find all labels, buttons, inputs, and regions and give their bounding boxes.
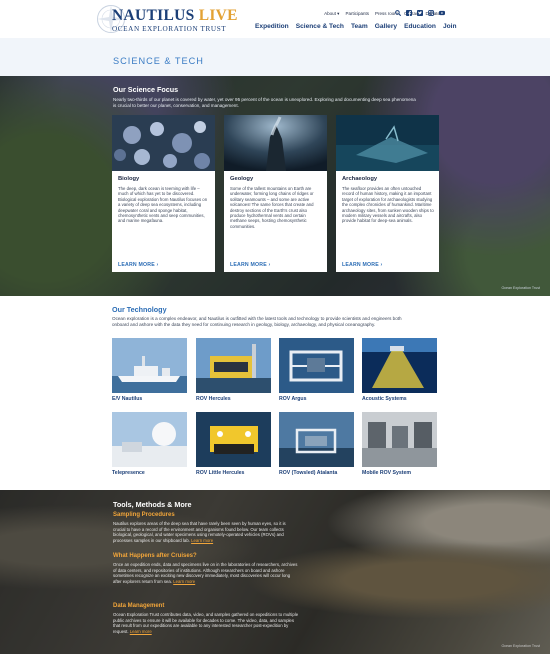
photo-credit: Ocean Exploration Trust — [501, 644, 540, 648]
after-cruises-text: Once an expedition ends, data and specim… — [113, 562, 299, 584]
logo-subtitle: OCEAN EXPLORATION TRUST — [112, 25, 227, 33]
science-intro: Nearly two-thirds of our planet is cover… — [113, 97, 416, 108]
rov-argus-image — [279, 338, 354, 393]
learn-more-link[interactable]: LEARN MORE › — [342, 262, 382, 268]
sampling-text: Nautilus explores areas of the deep sea … — [113, 521, 299, 543]
learn-more-link[interactable]: LEARN MORE › — [118, 262, 158, 268]
main-nav: Expedition Science & Tech Team Gallery E… — [255, 23, 457, 30]
science-card-biology[interactable]: Biology The deep, dark ocean is teeming … — [112, 115, 215, 272]
card-title: Geology — [230, 176, 254, 182]
learn-more-link[interactable]: Learn more — [191, 538, 213, 543]
twitter-icon[interactable] — [417, 10, 423, 16]
learn-more-link[interactable]: LEARN MORE › — [230, 262, 270, 268]
mobile-rov-image — [362, 412, 437, 467]
tile-label: ROV Little Hercules — [196, 470, 245, 476]
tech-tile-argus[interactable]: ROV Argus — [279, 338, 354, 402]
data-management-heading: Data Management — [113, 603, 165, 609]
science-heading: Our Science Focus — [113, 85, 179, 94]
tech-tile-mobile-rov[interactable]: Mobile ROV System — [362, 412, 437, 476]
card-text: The deep, dark ocean is teeming with lif… — [118, 186, 208, 224]
card-title: Biology — [118, 176, 140, 182]
science-cards: Biology The deep, dark ocean is teeming … — [112, 115, 439, 272]
tech-tile-little-hercules[interactable]: ROV Little Hercules — [196, 412, 271, 476]
nav-gallery[interactable]: Gallery — [375, 23, 397, 30]
tech-tile-telepresence[interactable]: Telepresence — [112, 412, 187, 476]
search-icon[interactable] — [395, 10, 401, 16]
technology-intro: Ocean exploration is a complex endeavor,… — [112, 316, 402, 327]
social-icons — [395, 10, 445, 16]
tech-tile-nautilus[interactable]: E/V Nautilus — [112, 338, 187, 402]
tile-label: Telepresence — [112, 470, 145, 476]
rov-little-hercules-image — [196, 412, 271, 467]
tile-label: Acoustic Systems — [362, 396, 407, 402]
card-text: Some of the tallest mountains on Earth a… — [230, 186, 314, 229]
technology-section: Our Technology Ocean exploration is a co… — [0, 296, 550, 490]
atalanta-image — [279, 412, 354, 467]
logo-title-main: NAUTILUS — [112, 7, 195, 24]
tile-label: ROV (Towsled) Atalanta — [279, 470, 338, 476]
tools-methods-section: Tools, Methods & More Sampling Procedure… — [0, 490, 550, 654]
telepresence-image — [112, 412, 187, 467]
after-cruises-paragraph: Once an expedition ends, data and specim… — [113, 562, 298, 584]
data-management-text: Ocean Exploration Trust contributes data… — [113, 612, 299, 634]
page-title-band: SCIENCE & TECH — [0, 38, 550, 76]
facebook-icon[interactable] — [406, 10, 412, 16]
card-title: Archaeology — [342, 176, 378, 182]
tile-label: E/V Nautilus — [112, 396, 143, 402]
sampling-heading: Sampling Procedures — [113, 512, 175, 518]
tools-heading: Tools, Methods & More — [113, 500, 192, 509]
science-card-archaeology[interactable]: Archaeology The seafloor provides an oft… — [336, 115, 439, 272]
site-header: NAUTILUS LIVE OCEAN EXPLORATION TRUST Ab… — [0, 0, 550, 38]
learn-more-link[interactable]: Learn more — [173, 579, 195, 584]
technology-heading: Our Technology — [112, 305, 167, 314]
acoustic-systems-image — [362, 338, 437, 393]
nav-team[interactable]: Team — [351, 23, 368, 30]
tile-label: ROV Argus — [279, 396, 307, 402]
tile-label: Mobile ROV System — [362, 470, 412, 476]
photo-credit: Ocean Exploration Trust — [501, 286, 540, 290]
geology-image — [224, 115, 327, 171]
learn-more-link[interactable]: Learn more — [130, 629, 152, 634]
logo-title-accent: LIVE — [198, 7, 238, 24]
nav-science-tech[interactable]: Science & Tech — [296, 23, 344, 30]
utility-link-about[interactable]: About ▾ — [324, 11, 339, 17]
science-card-geology[interactable]: Geology Some of the tallest mountains on… — [224, 115, 327, 272]
logo-title: NAUTILUS LIVE — [112, 7, 238, 25]
nav-join[interactable]: Join — [443, 23, 457, 30]
nav-education[interactable]: Education — [404, 23, 436, 30]
archaeology-image — [336, 115, 439, 171]
utility-link-participants[interactable]: Participants — [345, 11, 369, 17]
page-title: SCIENCE & TECH — [113, 56, 204, 66]
tech-tile-hercules[interactable]: ROV Hercules — [196, 338, 271, 402]
tile-label: ROV Hercules — [196, 396, 231, 402]
biology-image — [112, 115, 215, 171]
rov-hercules-image — [196, 338, 271, 393]
after-cruises-heading: What Happens after Cruises? — [113, 553, 197, 559]
youtube-icon[interactable] — [439, 10, 445, 16]
instagram-icon[interactable] — [428, 10, 434, 16]
tech-tile-atalanta[interactable]: ROV (Towsled) Atalanta — [279, 412, 354, 476]
tech-tile-acoustic[interactable]: Acoustic Systems — [362, 338, 437, 402]
nav-expedition[interactable]: Expedition — [255, 23, 289, 30]
card-text: The seafloor provides an often untouched… — [342, 186, 434, 224]
science-focus-section: Our Science Focus Nearly two-thirds of o… — [0, 76, 550, 296]
nautilus-ship-image — [112, 338, 187, 393]
site-logo[interactable]: NAUTILUS LIVE OCEAN EXPLORATION TRUST — [96, 4, 238, 36]
